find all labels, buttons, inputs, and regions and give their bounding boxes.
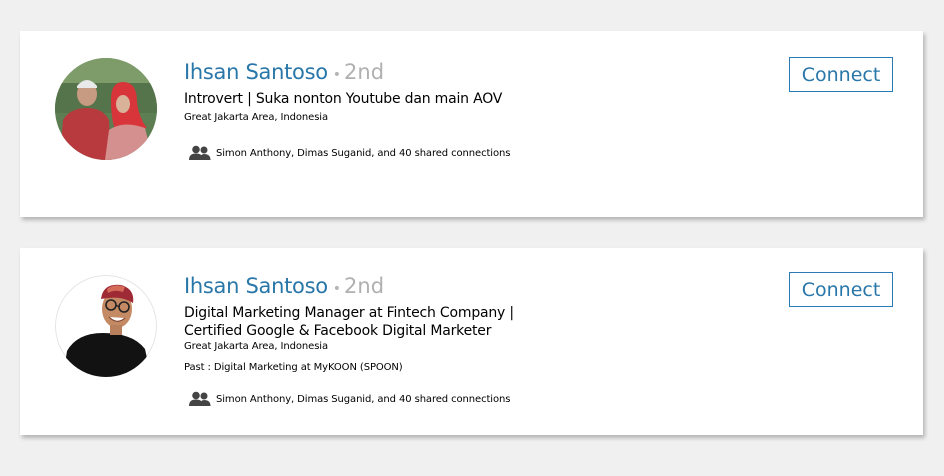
headline-line-1: Digital Marketing Manager at Fintech Com… — [184, 305, 514, 321]
past-label: Past : — [184, 362, 211, 373]
profile-photo[interactable] — [55, 58, 157, 160]
profile-photo-image — [55, 58, 157, 160]
search-result-card: Ihsan Santoso • 2nd Introvert | Suka non… — [20, 31, 923, 217]
shared-connections[interactable]: Simon Anthony, Dimas Suganid, and 40 sha… — [184, 391, 514, 407]
shared-connections-text: Simon Anthony, Dimas Suganid, and 40 sha… — [216, 393, 511, 405]
profile-headline: Introvert | Suka nonton Youtube dan main… — [184, 91, 503, 107]
headline-line-2: Certified Google & Facebook Digital Mark… — [184, 323, 492, 339]
separator-dot: • — [332, 281, 342, 297]
profile-headline: Digital Marketing Manager at Fintech Com… — [184, 304, 514, 340]
past-position: Past : Digital Marketing at MyKOON (SPOO… — [184, 362, 514, 373]
people-icon — [189, 391, 211, 406]
profile-photo-image — [55, 275, 157, 377]
connection-degree: 2nd — [344, 274, 385, 298]
connection-degree: 2nd — [344, 60, 385, 84]
connect-button[interactable]: Connect — [789, 57, 893, 92]
separator-dot: • — [332, 67, 342, 83]
shared-connections-text: Simon Anthony, Dimas Suganid, and 40 sha… — [216, 147, 511, 159]
profile-name-link[interactable]: Ihsan Santoso — [184, 60, 328, 84]
people-icon — [189, 145, 211, 160]
past-value: Digital Marketing at MyKOON (SPOON) — [213, 362, 403, 373]
name-row: Ihsan Santoso • 2nd — [184, 274, 514, 304]
connect-button[interactable]: Connect — [789, 272, 893, 307]
profile-info: Ihsan Santoso • 2nd Digital Marketing Ma… — [184, 274, 514, 407]
search-result-card: Ihsan Santoso • 2nd Digital Marketing Ma… — [20, 248, 923, 435]
profile-info: Ihsan Santoso • 2nd Introvert | Suka non… — [184, 60, 510, 161]
profile-photo[interactable] — [55, 275, 157, 377]
shared-connections[interactable]: Simon Anthony, Dimas Suganid, and 40 sha… — [184, 145, 510, 161]
profile-name-link[interactable]: Ihsan Santoso — [184, 274, 328, 298]
profile-location: Great Jakarta Area, Indonesia — [184, 341, 329, 352]
name-row: Ihsan Santoso • 2nd — [184, 60, 510, 90]
profile-location: Great Jakarta Area, Indonesia — [184, 112, 329, 123]
